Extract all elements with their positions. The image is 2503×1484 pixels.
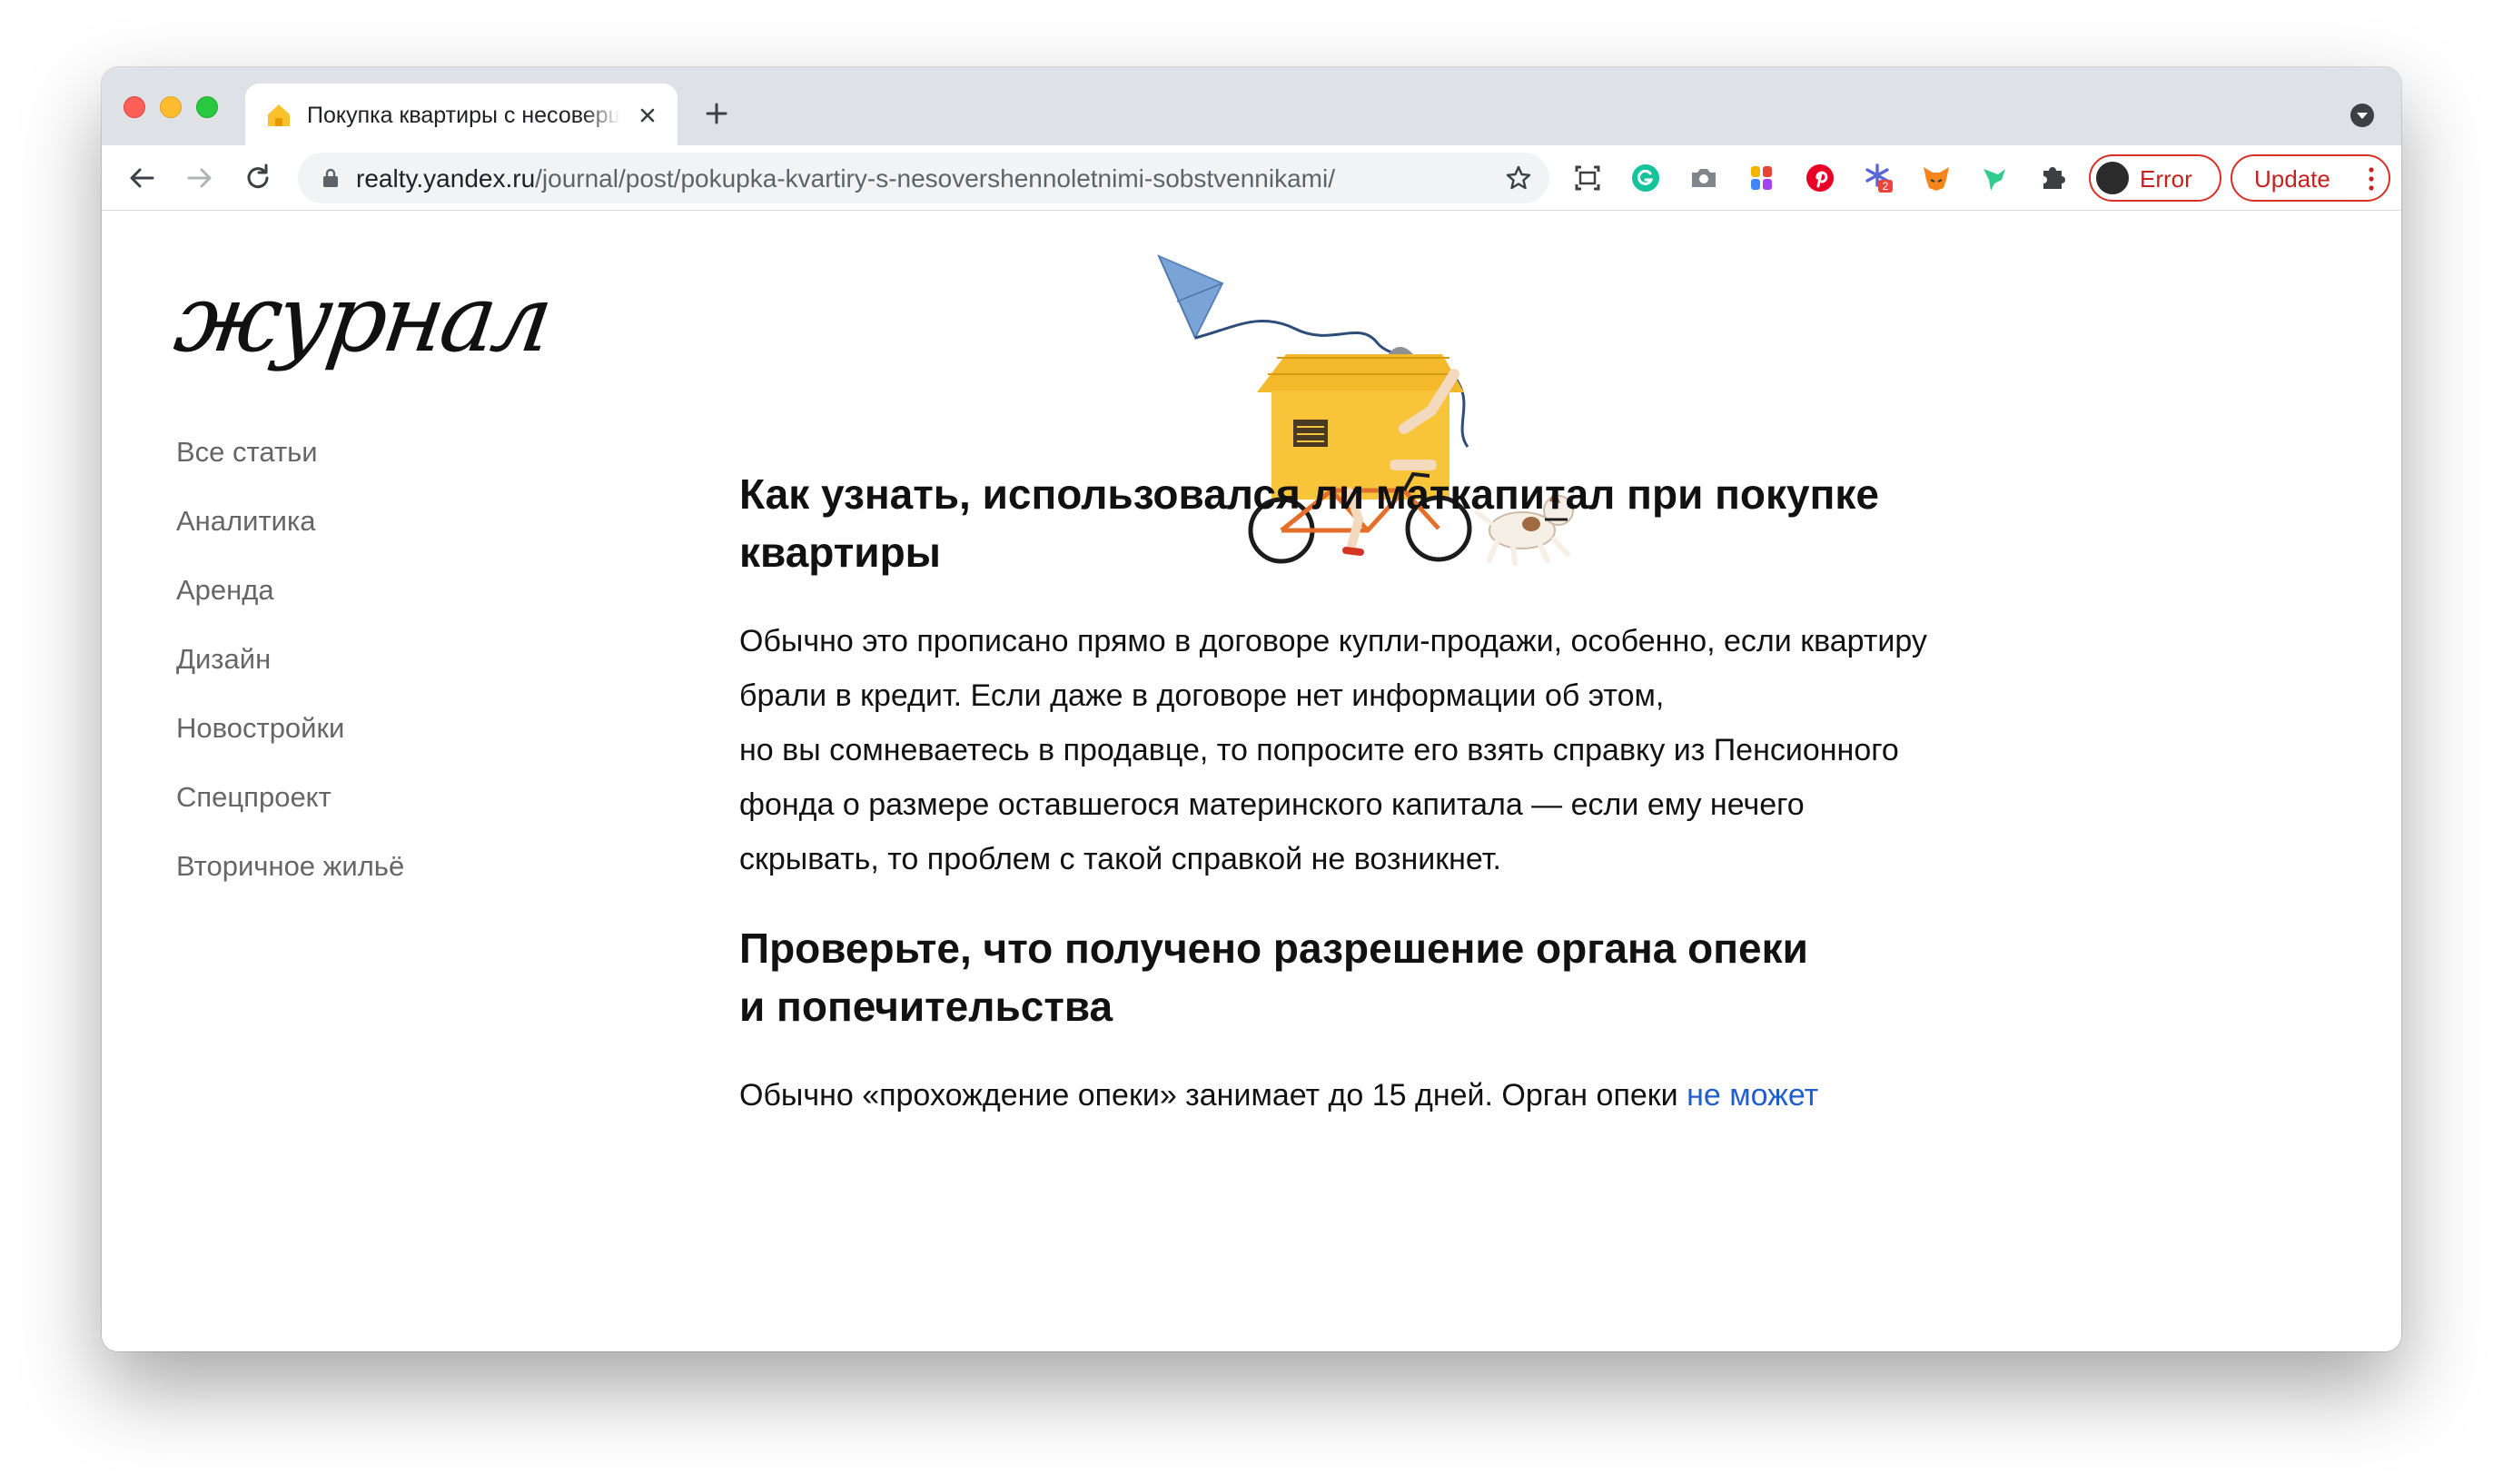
- minimize-window-button[interactable]: [160, 96, 182, 118]
- extension-badge: 2: [1883, 180, 1889, 193]
- article-heading-1-line-2: квартиры: [739, 529, 941, 576]
- pinterest-icon[interactable]: [1804, 162, 1836, 194]
- paragraph-2-text: Обычно «прохождение опеки» занимает до 1…: [739, 1078, 1687, 1113]
- paragraph-line: брали в кредит. Если даже в договоре нет…: [739, 678, 1665, 713]
- nav-analytics[interactable]: Аналитика: [176, 503, 404, 572]
- yandex-realty-favicon-icon: [268, 104, 290, 126]
- browser-toolbar: realty.yandex.ru/journal/post/pokupka-kv…: [102, 145, 2401, 211]
- more-options-icon[interactable]: [2367, 165, 2376, 193]
- article-heading-2-line-2: и попечительства: [739, 983, 1113, 1030]
- bookmark-star-icon[interactable]: [1504, 163, 1533, 193]
- paragraph-line: но вы сомневаетесь в продавце, то попрос…: [739, 733, 1899, 767]
- nav-secondary-housing[interactable]: Вторичное жильё: [176, 848, 404, 917]
- article-paragraph-2: Обычно «прохождение опеки» занимает до 1…: [739, 1068, 1818, 1123]
- grammarly-icon[interactable]: [1629, 162, 1662, 194]
- url-host: realty.yandex.ru: [356, 164, 536, 193]
- asterisk-extension-icon[interactable]: 2: [1862, 162, 1895, 194]
- reload-icon[interactable]: [242, 162, 274, 194]
- back-arrow-icon[interactable]: [125, 162, 158, 194]
- lock-icon[interactable]: [320, 167, 341, 189]
- article-heading-2-line-1: Проверьте, что получено разрешение орган…: [739, 925, 1808, 972]
- logo-text: журнал: [168, 265, 556, 373]
- nav-special-project[interactable]: Спецпроект: [176, 779, 404, 848]
- journal-logo[interactable]: журнал: [169, 265, 556, 383]
- article-heading-2: Проверьте, что получено разрешение орган…: [739, 919, 1808, 1035]
- nav-new-buildings[interactable]: Новостройки: [176, 710, 404, 779]
- nav-rent[interactable]: Аренда: [176, 572, 404, 641]
- page-content: журнал Все статьи Аналитика Аренда Дизай…: [102, 211, 2401, 1351]
- nav-design[interactable]: Дизайн: [176, 641, 404, 710]
- article-heading-1: Как узнать, использовался ли маткапитал …: [739, 465, 1879, 581]
- url-path: /journal/post/pokupka-kvartiry-s-nesover…: [535, 164, 1335, 193]
- tab-search-icon[interactable]: [2349, 102, 2376, 129]
- update-label: Update: [2254, 165, 2330, 193]
- forward-arrow-icon[interactable]: [183, 162, 216, 194]
- maximize-window-button[interactable]: [196, 96, 218, 118]
- color-blocks-extension-icon[interactable]: [1746, 162, 1778, 194]
- active-tab[interactable]: Покупка квартиры с несовершеннолетними с…: [245, 84, 678, 145]
- error-label: Error: [2140, 165, 2192, 193]
- nav-all-articles[interactable]: Все статьи: [176, 434, 404, 503]
- profile-error-button[interactable]: Error: [2089, 154, 2221, 202]
- paragraph-line: скрывать, то проблем с такой справкой не…: [739, 842, 1501, 876]
- profile-avatar: [2094, 160, 2131, 196]
- tab-title: Покупка квартиры с несовершеннолетними с…: [307, 103, 620, 128]
- update-button[interactable]: Update: [2231, 154, 2390, 202]
- tab-strip: Покупка квартиры с несовершеннолетними с…: [102, 67, 2401, 145]
- article-paragraph-1: Обычно это прописано прямо в договоре ку…: [739, 614, 1927, 886]
- paragraph-line: фонда о размере оставшегося материнского…: [739, 787, 1805, 822]
- address-bar[interactable]: realty.yandex.ru/journal/post/pokupka-kv…: [298, 153, 1549, 203]
- bird-extension-icon[interactable]: [1978, 162, 2011, 194]
- close-window-button[interactable]: [124, 96, 145, 118]
- close-tab-icon[interactable]: [634, 102, 661, 129]
- url-text: realty.yandex.ru/journal/post/pokupka-kv…: [356, 164, 1335, 193]
- paragraph-2-link[interactable]: не может: [1687, 1078, 1818, 1113]
- screenshot-extension-icon[interactable]: [1571, 162, 1604, 194]
- camera-icon[interactable]: [1687, 162, 1720, 194]
- new-tab-icon[interactable]: [703, 100, 730, 127]
- side-navigation: Все статьи Аналитика Аренда Дизайн Новос…: [176, 434, 404, 917]
- extensions-puzzle-icon[interactable]: [2036, 162, 2069, 194]
- article-heading-1-line-1: Как узнать, использовался ли маткапитал …: [739, 470, 1880, 518]
- browser-window: Покупка квартиры с несовершеннолетними с…: [102, 67, 2401, 1351]
- paragraph-line: Обычно это прописано прямо в договоре ку…: [739, 624, 1927, 658]
- metamask-fox-icon[interactable]: [1920, 162, 1953, 194]
